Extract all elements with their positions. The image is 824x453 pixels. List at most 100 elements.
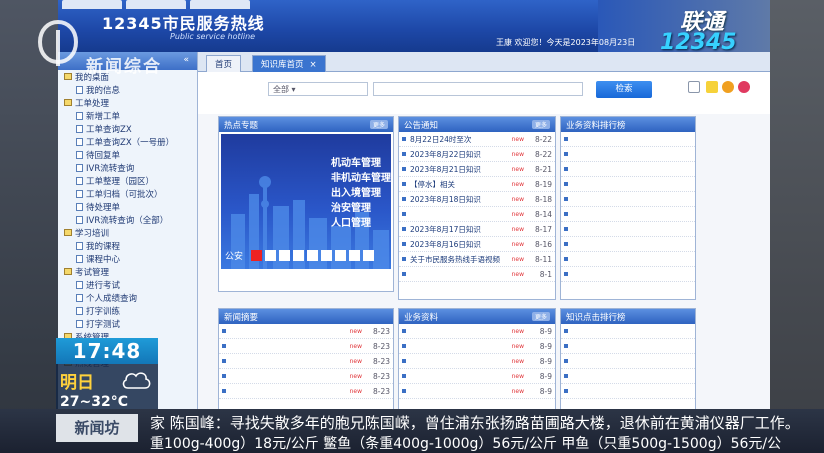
new-badge: new: [511, 165, 524, 173]
page-icon: [76, 85, 83, 94]
bullet-icon: [402, 212, 406, 216]
tree-item[interactable]: 待处理单: [58, 200, 197, 213]
close-icon[interactable]: ×: [310, 60, 317, 70]
tree-item[interactable]: 打字测试: [58, 317, 197, 330]
collapse-icon[interactable]: «: [183, 55, 189, 67]
list-item[interactable]: [561, 147, 695, 162]
list-item[interactable]: [561, 384, 695, 399]
list-item[interactable]: new 8-9: [399, 324, 555, 339]
system-subtitle: Public service hotline: [170, 32, 256, 41]
new-badge: new: [511, 180, 524, 188]
tree-item[interactable]: 个人成绩查询: [58, 291, 197, 304]
tree-label: 考试管理: [75, 267, 110, 278]
bullet-icon: [222, 329, 226, 333]
new-badge: new: [511, 387, 524, 395]
tree-item[interactable]: 工单查询ZX（一号册）: [58, 135, 197, 148]
pager-dot[interactable]: [293, 250, 304, 261]
list-item[interactable]: new 8-9: [399, 369, 555, 384]
list-item[interactable]: 关于市民服务热线手语视频 new 8-11: [399, 252, 555, 267]
list-item[interactable]: new 8-23: [219, 369, 393, 384]
list-item[interactable]: 2023年8月16日知识 new 8-16: [399, 237, 555, 252]
bullet-icon: [402, 257, 406, 261]
list-item[interactable]: new 8-23: [219, 324, 393, 339]
list-item[interactable]: [561, 177, 695, 192]
list-item[interactable]: 2023年8月18日知识 new 8-18: [399, 192, 555, 207]
tree-item[interactable]: 工单查询ZX: [58, 122, 197, 135]
list-item[interactable]: 2023年8月17日知识 new 8-17: [399, 222, 555, 237]
tree-folder[interactable]: 考试管理: [58, 265, 197, 278]
page-icon: [76, 137, 83, 146]
list-item[interactable]: new 8-23: [219, 354, 393, 369]
list-item[interactable]: [561, 354, 695, 369]
pager-dot[interactable]: [265, 250, 276, 261]
tree-item[interactable]: 工单归档（可批次）: [58, 187, 197, 200]
star-icon[interactable]: [722, 81, 734, 93]
tree-label: 待回复单: [86, 150, 121, 161]
list-item[interactable]: [561, 267, 695, 282]
tree-folder[interactable]: 学习培训: [58, 226, 197, 239]
page-icon: [76, 254, 83, 263]
tree-item[interactable]: 待回复单: [58, 148, 197, 161]
tree-item[interactable]: 我的信息: [58, 83, 197, 96]
list-item[interactable]: [561, 132, 695, 147]
list-item[interactable]: new 8-14: [399, 207, 555, 222]
list-item[interactable]: [561, 237, 695, 252]
item-date: 8-19: [534, 179, 552, 189]
tree-item[interactable]: IVR流转查询: [58, 161, 197, 174]
list-item[interactable]: new 8-9: [399, 354, 555, 369]
notes-icon[interactable]: [688, 81, 700, 93]
tree-item[interactable]: 进行考试: [58, 278, 197, 291]
list-item[interactable]: [561, 162, 695, 177]
list-item[interactable]: 8月22日24时至次 new 8-22: [399, 132, 555, 147]
notices-panel: 公告通知 更多 8月22日24时至次 new 8-22 2023年8月22日知识 new 8…: [398, 116, 556, 300]
item-date: 8-16: [534, 239, 552, 249]
tree-item[interactable]: 新增工单: [58, 109, 197, 122]
list-item[interactable]: [561, 369, 695, 384]
main-content: 首页 知识库首页 × 全部 ▾ 检索 热点专题 更多 机动车管理 非机动车管理 …: [198, 52, 770, 432]
more-link[interactable]: 更多: [531, 120, 550, 129]
tree-item[interactable]: 我的课程: [58, 239, 197, 252]
list-item[interactable]: [561, 339, 695, 354]
pager-dot[interactable]: [349, 250, 360, 261]
tree-label: 工单查询ZX: [86, 124, 132, 135]
tree-label: 新增工单: [86, 111, 121, 122]
tree-item[interactable]: 工单整理（园区）: [58, 174, 197, 187]
list-item[interactable]: 2023年8月22日知识 new 8-22: [399, 147, 555, 162]
tree-item[interactable]: 打字训练: [58, 304, 197, 317]
more-link[interactable]: 更多: [369, 120, 388, 129]
topic-banner[interactable]: 机动车管理 非机动车管理 出入境管理 治安管理 人口管理 公安: [221, 134, 391, 269]
pager-dot[interactable]: [251, 250, 262, 261]
tree-item[interactable]: 课程中心: [58, 252, 197, 265]
list-item[interactable]: 2023年8月21日知识 new 8-21: [399, 162, 555, 177]
pager-dot[interactable]: [363, 250, 374, 261]
pager-dot[interactable]: [307, 250, 318, 261]
pager-dot[interactable]: [335, 250, 346, 261]
pager-dot[interactable]: [321, 250, 332, 261]
list-item[interactable]: new 8-9: [399, 384, 555, 399]
tree-item[interactable]: IVR流转查询（全部）: [58, 213, 197, 226]
folder-icon: [64, 229, 72, 236]
page-icon: [76, 176, 83, 185]
list-item[interactable]: 【停水】相关 new 8-19: [399, 177, 555, 192]
list-item[interactable]: new 8-1: [399, 267, 555, 282]
list-item[interactable]: new 8-23: [219, 384, 393, 399]
search-category-select[interactable]: 全部 ▾: [268, 82, 368, 96]
list-item[interactable]: [561, 192, 695, 207]
pager-dot[interactable]: [279, 250, 290, 261]
new-badge: new: [349, 372, 362, 380]
folder-icon[interactable]: [706, 81, 718, 93]
hot-topics-panel: 热点专题 更多 机动车管理 非机动车管理 出入境管理 治安管理 人口管理 公安: [218, 116, 394, 292]
tab-knowledge-home[interactable]: 知识库首页 ×: [252, 55, 326, 72]
list-item[interactable]: new 8-23: [219, 339, 393, 354]
list-item[interactable]: [561, 252, 695, 267]
list-item[interactable]: [561, 324, 695, 339]
more-link[interactable]: 更多: [531, 312, 550, 321]
list-item[interactable]: [561, 222, 695, 237]
tree-folder[interactable]: 工单处理: [58, 96, 197, 109]
list-item[interactable]: [561, 207, 695, 222]
search-input[interactable]: [373, 82, 583, 96]
list-item[interactable]: new 8-9: [399, 339, 555, 354]
gear-icon[interactable]: [738, 81, 750, 93]
tab-home[interactable]: 首页: [206, 55, 242, 72]
search-button[interactable]: 检索: [596, 81, 652, 98]
